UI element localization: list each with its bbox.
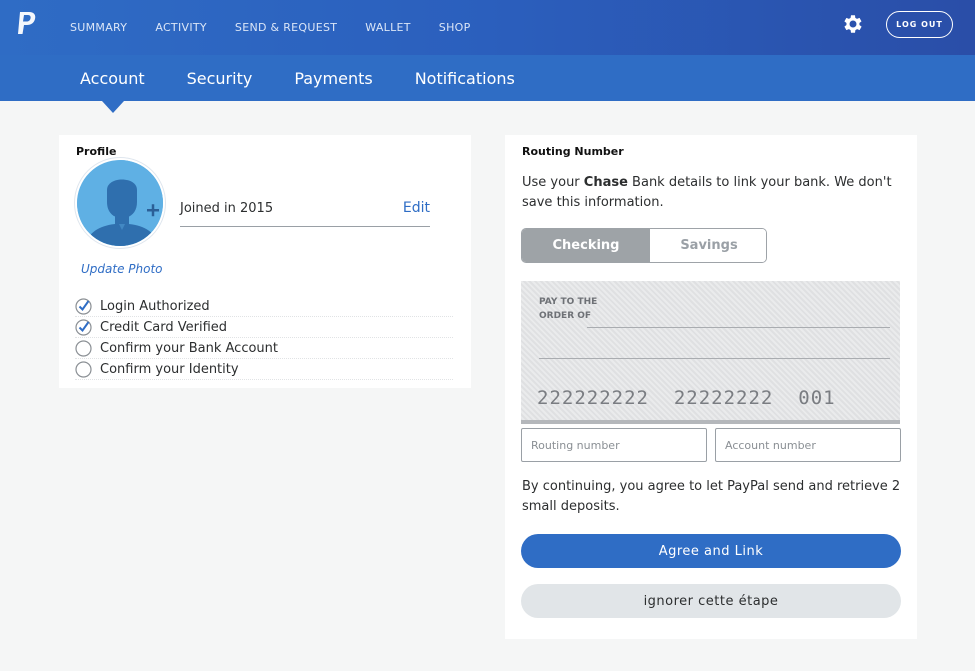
settings-subnav-bar: Account Security Payments Notifications	[0, 55, 975, 101]
memo-line	[539, 358, 890, 359]
tab-notifications[interactable]: Notifications	[415, 69, 515, 88]
pay-to-label: PAY TO THE ORDER OF	[539, 297, 598, 321]
tab-payments[interactable]: Payments	[294, 69, 372, 88]
nav-wallet[interactable]: WALLET	[365, 21, 411, 34]
joined-row: Joined in 2015 Edit	[180, 195, 430, 227]
sample-check-image: PAY TO THE ORDER OF 222222222 22222222 0…	[521, 281, 900, 424]
checked-circle-icon	[75, 297, 92, 315]
joined-date: Joined in 2015	[180, 201, 274, 216]
bank-name: Chase	[583, 175, 628, 190]
list-item[interactable]: Confirm your Identity	[75, 359, 453, 380]
gear-icon[interactable]	[841, 12, 865, 36]
logout-button[interactable]: LOG OUT	[886, 11, 953, 38]
routing-number-input[interactable]	[521, 428, 707, 462]
payee-line	[587, 327, 890, 328]
consent-text: By continuing, you agree to let PayPal s…	[522, 479, 901, 514]
checklist-label: Credit Card Verified	[100, 319, 228, 335]
update-photo-link[interactable]: Update Photo	[81, 262, 163, 276]
checklist-label: Confirm your Identity	[100, 361, 239, 377]
micr-line: 222222222 22222222 001	[537, 387, 836, 409]
tab-checking[interactable]: Checking	[522, 229, 650, 262]
list-item[interactable]: Confirm your Bank Account	[75, 338, 453, 359]
empty-circle-icon	[75, 339, 92, 357]
check-edge	[521, 420, 900, 424]
account-number-input[interactable]	[715, 428, 901, 462]
agree-and-link-button[interactable]: Agree and Link	[521, 534, 901, 568]
tab-security[interactable]: Security	[187, 69, 253, 88]
checked-circle-icon	[75, 318, 92, 336]
link-bank-card: Routing Number Use your Chase Bank detai…	[505, 135, 917, 639]
nav-summary[interactable]: SUMMARY	[70, 21, 127, 34]
profile-title: Profile	[76, 145, 117, 158]
active-tab-indicator	[102, 101, 124, 113]
skip-step-button[interactable]: ignorer cette étape	[521, 584, 901, 618]
routing-number-title: Routing Number	[522, 145, 624, 158]
nav-send-request[interactable]: SEND & REQUEST	[235, 21, 337, 34]
profile-card: Profile Joined in 2015 Edit Update Photo…	[59, 135, 471, 388]
top-navigation-bar: SUMMARY ACTIVITY SEND & REQUEST WALLET S…	[0, 0, 975, 55]
list-item: Login Authorized	[75, 296, 453, 317]
list-item: Credit Card Verified	[75, 317, 453, 338]
edit-profile-link[interactable]: Edit	[403, 200, 430, 216]
primary-nav: SUMMARY ACTIVITY SEND & REQUEST WALLET S…	[70, 0, 499, 55]
account-type-toggle: Checking Savings	[521, 228, 767, 263]
settings-tabs: Account Security Payments Notifications	[80, 55, 557, 101]
micr-routing: 222222222	[537, 387, 649, 409]
tab-savings[interactable]: Savings	[650, 229, 766, 262]
checklist-label: Login Authorized	[100, 298, 210, 314]
checklist-label: Confirm your Bank Account	[100, 340, 279, 356]
paypal-logo-icon[interactable]	[16, 11, 38, 35]
account-status-checklist: Login Authorized Credit Card Verified Co…	[75, 296, 453, 380]
avatar[interactable]	[75, 158, 165, 248]
link-bank-description: Use your Chase Bank details to link your…	[522, 175, 892, 210]
micr-account: 22222222	[673, 387, 774, 409]
nav-activity[interactable]: ACTIVITY	[155, 21, 207, 34]
empty-circle-icon	[75, 360, 92, 378]
user-silhouette-icon	[77, 160, 163, 246]
tab-account[interactable]: Account	[80, 69, 145, 88]
micr-check-number: 001	[798, 387, 836, 409]
nav-shop[interactable]: SHOP	[439, 21, 471, 34]
